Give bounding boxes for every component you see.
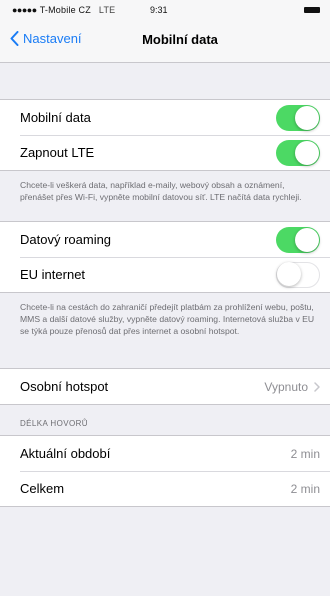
page-title: Mobilní data <box>142 32 218 47</box>
network-type: LTE <box>98 5 116 15</box>
navigation-bar: Nastavení Mobilní data <box>0 20 330 63</box>
current-period-label: Aktuální období <box>20 446 111 461</box>
hotspot-status: Vypnuto <box>264 379 308 394</box>
roaming-row: Datový roaming <box>0 222 330 257</box>
roaming-footnote: Chcete-li na cestách do zahraničí předej… <box>20 302 315 336</box>
status-time: 9:31 <box>150 5 168 15</box>
mobile-data-row: Mobilní data <box>0 100 330 135</box>
call-length-header: DÉLKA HOVORŮ <box>20 419 88 428</box>
total-row: Celkem 2 min <box>0 471 330 506</box>
hotspot-row[interactable]: Osobní hotspot Vypnuto <box>0 369 330 404</box>
hotspot-value: Vypnuto <box>264 380 320 394</box>
toggle-knob <box>295 140 319 165</box>
total-value: 2 min <box>290 481 320 496</box>
signal-strength-icon: ●●●●● <box>12 5 37 15</box>
current-period-value: 2 min <box>290 446 320 461</box>
lte-row: Zapnout LTE <box>0 135 330 170</box>
roaming-group: Datový roaming EU internet <box>0 221 330 293</box>
carrier-info: ●●●●● T-Mobile CZ LTE <box>12 5 115 15</box>
toggle-knob <box>295 227 319 252</box>
hotspot-group: Osobní hotspot Vypnuto <box>0 368 330 405</box>
lte-label: Zapnout LTE <box>20 145 95 160</box>
carrier-name: T-Mobile CZ <box>39 5 91 15</box>
roaming-toggle[interactable] <box>276 226 320 253</box>
lte-toggle[interactable] <box>276 139 320 166</box>
current-period-row: Aktuální období 2 min <box>0 436 330 471</box>
eu-internet-toggle[interactable] <box>276 261 320 288</box>
eu-internet-label: EU internet <box>20 267 86 282</box>
toggle-knob <box>295 105 319 130</box>
mobile-data-toggle[interactable] <box>276 104 320 131</box>
eu-internet-row: EU internet <box>0 257 330 292</box>
battery-icon <box>304 7 320 13</box>
hotspot-label: Osobní hotspot <box>20 379 109 394</box>
call-length-group: Aktuální období 2 min Celkem 2 min <box>0 435 330 507</box>
toggle-knob <box>277 262 301 286</box>
mobile-data-label: Mobilní data <box>20 110 91 125</box>
mobile-data-group: Mobilní data Zapnout LTE <box>0 99 330 171</box>
mobile-data-footnote: Chcete-li veškerá data, například e-mail… <box>20 180 302 202</box>
total-label: Celkem <box>20 481 65 496</box>
status-bar: ●●●●● T-Mobile CZ LTE 9:31 <box>0 0 330 20</box>
chevron-right-icon <box>314 381 320 392</box>
roaming-label: Datový roaming <box>20 232 112 247</box>
